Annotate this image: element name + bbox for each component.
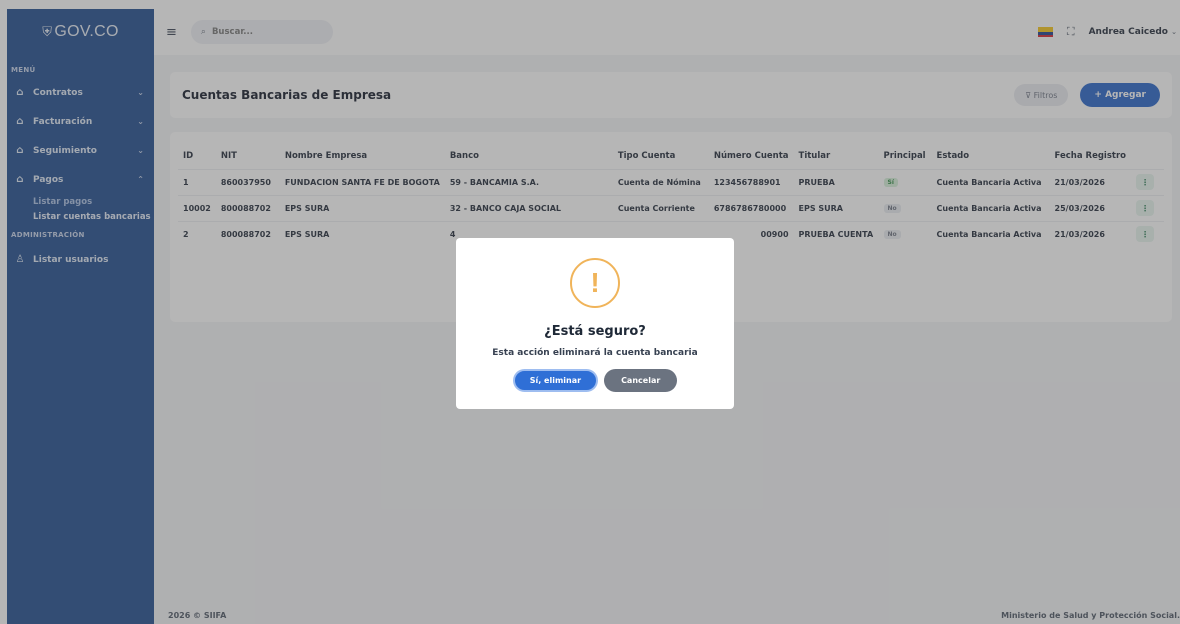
confirm-delete-button[interactable]: Sí, eliminar [512,369,599,392]
dialog-message: Esta acción eliminará la cuenta bancaria [492,348,698,358]
cancel-button[interactable]: Cancelar [604,369,678,392]
warning-icon: ! [570,258,620,308]
confirm-delete-dialog: ! ¿Está seguro? Esta acción eliminará la… [456,238,734,409]
dialog-title: ¿Está seguro? [544,324,646,339]
